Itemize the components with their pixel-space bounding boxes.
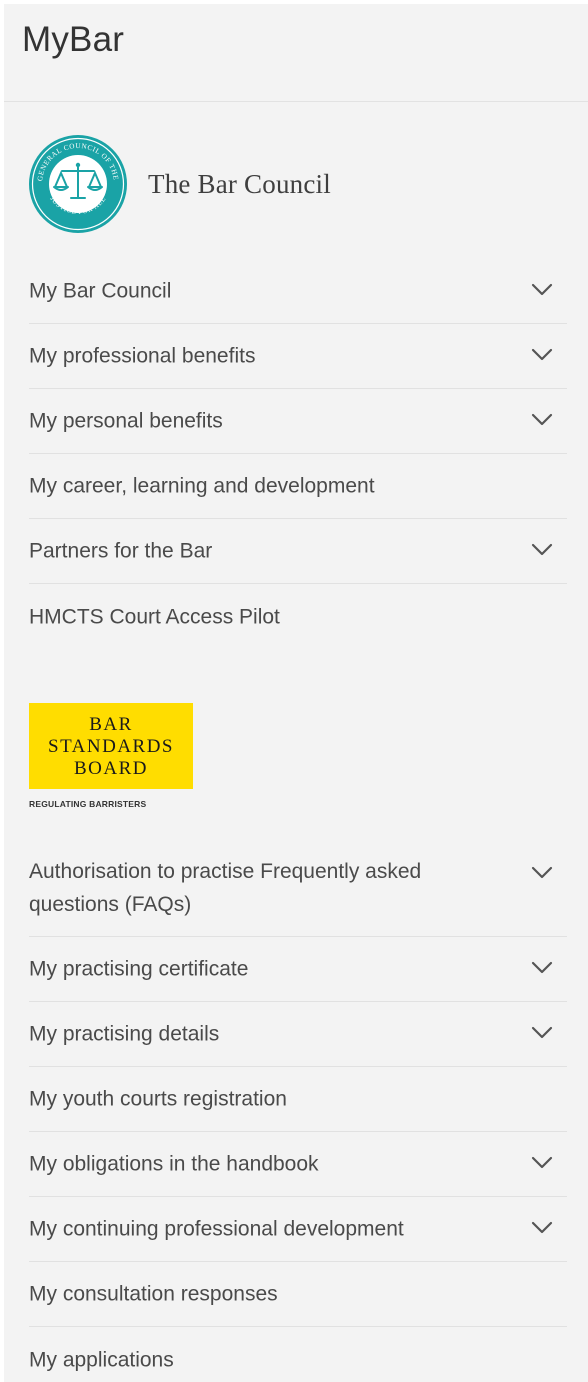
menu-item-label: My applications (29, 1348, 174, 1371)
bar-council-logo[interactable]: THE GENERAL COUNCIL OF THE BAR JUSTICE F… (28, 134, 331, 234)
menu-item-my-practising-details[interactable]: My practising details (29, 1002, 567, 1067)
menu-item-my-practising-certificate[interactable]: My practising certificate (29, 937, 567, 1002)
chevron-down-icon[interactable] (531, 1026, 553, 1040)
menu-item-label: My Bar Council (29, 279, 172, 303)
chevron-down-icon[interactable] (531, 1221, 553, 1235)
menu-item-label: My career, learning and development (29, 474, 375, 498)
menu-item-label: Partners for the Bar (29, 539, 213, 563)
menu-item-label: My consultation responses (29, 1282, 278, 1306)
bar-standards-board-logo[interactable]: BAR STANDARDS BOARD REGULATING BARRISTER… (29, 703, 199, 809)
bar-council-seal-icon: THE GENERAL COUNCIL OF THE BAR JUSTICE F… (28, 134, 127, 233)
menu-item-label: HMCTS Court Access Pilot (29, 605, 280, 628)
bsb-menu: Authorisation to practise Frequently ask… (29, 840, 567, 1382)
menu-item-label: My practising details (29, 1022, 220, 1046)
chevron-down-icon[interactable] (531, 413, 553, 427)
bar-council-name: The Bar Council (148, 168, 331, 199)
bsb-tagline: REGULATING BARRISTERS (29, 799, 147, 809)
menu-item-my-personal-benefits[interactable]: My personal benefits (29, 389, 567, 454)
chevron-down-icon[interactable] (531, 348, 553, 362)
menu-item-label: My continuing professional development (29, 1217, 404, 1241)
app-title: MyBar (22, 20, 125, 59)
menu-item-authorisation-faqs[interactable]: Authorisation to practise Frequently ask… (29, 840, 567, 937)
mybar-sidebar: MyBar THE GENERAL COUNCIL OF THE BAR JUS… (4, 4, 588, 1382)
menu-item-partners-for-the-bar[interactable]: Partners for the Bar (29, 519, 567, 584)
menu-item-my-career-learning-development[interactable]: My career, learning and development (29, 454, 567, 519)
bsb-logo-line: BAR (89, 714, 133, 735)
menu-item-hmcts-court-access-pilot[interactable]: HMCTS Court Access Pilot (29, 584, 567, 649)
chevron-down-icon[interactable] (531, 1156, 553, 1170)
bar-council-menu: My Bar Council My professional benefits … (29, 259, 567, 649)
bsb-logo-line: BOARD (73, 758, 148, 779)
chevron-down-icon[interactable] (531, 866, 553, 880)
menu-item-my-cpd[interactable]: My continuing professional development (29, 1197, 567, 1262)
chevron-down-icon[interactable] (531, 283, 553, 297)
menu-item-my-obligations-handbook[interactable]: My obligations in the handbook (29, 1132, 567, 1197)
menu-item-label: My obligations in the handbook (29, 1152, 319, 1176)
bsb-logo-box: BAR STANDARDS BOARD (29, 703, 193, 789)
menu-item-my-consultation-responses[interactable]: My consultation responses (29, 1262, 567, 1327)
chevron-down-icon[interactable] (531, 543, 553, 557)
bsb-logo-line: STANDARDS (48, 736, 174, 757)
menu-item-label: My youth courts registration (29, 1087, 287, 1111)
menu-item-label: Authorisation to practise Frequently ask… (29, 860, 422, 916)
menu-item-my-applications[interactable]: My applications (29, 1327, 567, 1382)
menu-item-label: My personal benefits (29, 409, 223, 433)
menu-item-my-professional-benefits[interactable]: My professional benefits (29, 324, 567, 389)
menu-item-label: My professional benefits (29, 344, 256, 368)
menu-item-my-youth-courts-registration[interactable]: My youth courts registration (29, 1067, 567, 1132)
menu-item-label: My practising certificate (29, 957, 249, 981)
header: MyBar (4, 4, 588, 102)
chevron-down-icon[interactable] (531, 961, 553, 975)
menu-item-my-bar-council[interactable]: My Bar Council (29, 259, 567, 324)
